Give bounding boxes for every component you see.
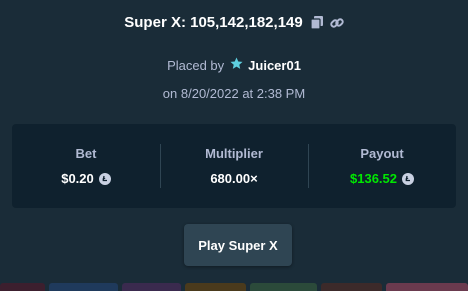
copy-icon[interactable] [310, 16, 323, 29]
bet-title: Super X: 105,142,182,149 [124, 14, 303, 31]
game-thumbnails-strip[interactable] [0, 283, 468, 291]
multiplier-stat: Multiplier 680.00× [160, 124, 308, 208]
payout-label: Payout [360, 146, 404, 161]
bet-value: $0.20 [61, 171, 94, 186]
bet-stats-panel: Bet $0.20 Multiplier 680.00× Payout $136… [12, 124, 456, 208]
bet-stat: Bet $0.20 [12, 124, 160, 208]
bet-header: Super X: 105,142,182,149 [0, 14, 468, 31]
bet-label: Bet [75, 146, 97, 161]
play-game-button[interactable]: Play Super X [184, 224, 292, 266]
litecoin-icon [98, 172, 111, 185]
bet-date: on 8/20/2022 at 2:38 PM [162, 86, 306, 101]
game-thumbnail[interactable] [385, 283, 468, 291]
bet-value-row: $0.20 [61, 171, 111, 186]
link-icon[interactable] [330, 16, 344, 30]
multiplier-label: Multiplier [205, 146, 263, 161]
game-thumbnail[interactable] [320, 283, 382, 291]
game-thumbnail[interactable] [249, 283, 317, 291]
game-thumbnail[interactable] [121, 283, 181, 291]
payout-value: $136.52 [350, 171, 397, 186]
litecoin-icon [402, 172, 414, 185]
vip-star-icon [230, 57, 243, 73]
multiplier-value: 680.00× [210, 171, 258, 186]
game-thumbnail[interactable] [0, 283, 46, 291]
username: Juicer01 [248, 57, 301, 73]
user-link[interactable]: Juicer01 [230, 57, 301, 73]
placed-by-row: Placed by Juicer01 [0, 57, 468, 73]
payout-value-row: $136.52 [350, 171, 414, 186]
payout-stat: Payout $136.52 [308, 124, 456, 208]
placed-by-label: Placed by [167, 57, 225, 73]
game-thumbnail[interactable] [49, 283, 118, 291]
game-thumbnail[interactable] [184, 283, 246, 291]
